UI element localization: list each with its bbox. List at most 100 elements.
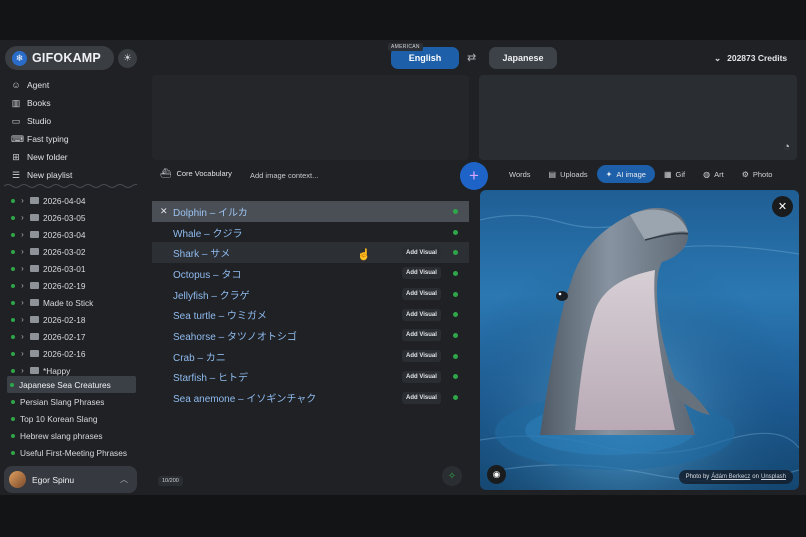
word-label[interactable]: Sea turtle – ウミガメ xyxy=(173,307,267,322)
plus-icon: + xyxy=(469,166,479,185)
word-row[interactable]: Crab – カニ Add Visual xyxy=(152,346,469,367)
swap-languages-icon[interactable]: ⇄ xyxy=(467,51,476,64)
target-text-area[interactable]: ◔ xyxy=(479,75,797,160)
add-visual-button[interactable]: Add Visual xyxy=(402,267,441,280)
source-text-area[interactable] xyxy=(152,75,469,160)
word-row[interactable]: Jellyfish – クラゲ Add Visual xyxy=(152,284,469,305)
word-label[interactable]: Dolphin – イルカ xyxy=(173,204,248,219)
word-row[interactable]: Sea anemone – イソギンチャク Add Visual xyxy=(152,387,469,408)
add-visual-button[interactable]: Add Visual xyxy=(402,350,441,363)
word-row[interactable]: Octopus – タコ Add Visual xyxy=(152,263,469,284)
word-label[interactable]: Whale – クジラ xyxy=(173,225,242,240)
add-visual-button[interactable]: Add Visual xyxy=(402,246,441,259)
chevron-right-icon[interactable]: › xyxy=(19,315,26,324)
folder-icon xyxy=(30,333,39,340)
nav-item-new-folder[interactable]: ⊞ New folder xyxy=(0,148,145,166)
tab-uploads[interactable]: ▤ Uploads xyxy=(540,165,597,183)
folder-item[interactable]: › 2026-03-01 xyxy=(0,260,145,277)
word-row[interactable]: Sea turtle – ウミガメ Add Visual xyxy=(152,304,469,325)
folder-item[interactable]: › Made to Stick xyxy=(0,294,145,311)
folder-item[interactable]: › 2026-03-05 xyxy=(0,209,145,226)
user-menu[interactable]: Egor Spinu ︿ xyxy=(4,466,137,493)
word-row[interactable]: Shark – サメ Add Visual xyxy=(152,242,469,264)
tab-icon: ▤ xyxy=(548,169,557,179)
chevron-right-icon[interactable]: › xyxy=(19,230,26,239)
word-row[interactable]: ✕ Dolphin – イルカ xyxy=(152,201,469,222)
playlist-item[interactable]: Japanese Sea Creatures xyxy=(7,376,136,393)
tab-art[interactable]: ◍ Art xyxy=(694,165,733,183)
logo[interactable]: ❄ GIFOKAMP xyxy=(5,46,114,70)
hide-image-button[interactable]: ◉ xyxy=(487,465,506,484)
chevron-right-icon[interactable]: › xyxy=(19,349,26,358)
tab-photo[interactable]: ⚙ Photo xyxy=(733,165,782,183)
chevron-right-icon[interactable]: › xyxy=(19,247,26,256)
chevron-up-icon: ︿ xyxy=(120,475,128,484)
playlist-item[interactable]: Useful First-Meeting Phrases xyxy=(0,444,145,461)
word-label[interactable]: Crab – カニ xyxy=(173,349,226,364)
chevron-right-icon[interactable]: › xyxy=(19,366,26,375)
nav-item-fast-typing[interactable]: ⌨ Fast typing xyxy=(0,130,145,148)
folder-item[interactable]: › 2026-02-18 xyxy=(0,311,145,328)
core-vocabulary-button[interactable]: ⛴ Core Vocabulary xyxy=(160,168,232,179)
folder-label: 2026-03-01 xyxy=(43,263,86,274)
credits-dropdown[interactable]: ⌄ 202873 Credits xyxy=(706,49,796,67)
tab-ai-image[interactable]: ✦ AI image xyxy=(596,165,655,183)
word-label[interactable]: Jellyfish – クラゲ xyxy=(173,287,250,302)
nav-item-new-playlist[interactable]: ☰ New playlist xyxy=(0,166,145,184)
tab-icon: ◍ xyxy=(703,169,711,179)
folder-item[interactable]: › 2026-02-19 xyxy=(0,277,145,294)
photo-credit: Photo by Ádám Berkecz on Unsplash xyxy=(678,470,793,484)
status-dot xyxy=(453,374,458,380)
playlist-item[interactable]: Hebrew slang phrases xyxy=(0,427,145,444)
tab-words[interactable]: Words xyxy=(500,165,540,183)
word-row[interactable]: Starfish – ヒトデ Add Visual xyxy=(152,367,469,388)
status-dot xyxy=(11,300,15,305)
playlist-item[interactable]: Persian Slang Phrases xyxy=(0,393,145,410)
word-label[interactable]: Sea anemone – イソギンチャク xyxy=(173,390,316,405)
folder-item[interactable]: › 2026-02-16 xyxy=(0,345,145,362)
chevron-right-icon[interactable]: › xyxy=(19,264,26,273)
word-label[interactable]: Starfish – ヒトデ xyxy=(173,369,248,384)
folder-item[interactable]: › 2026-04-04 xyxy=(0,192,145,209)
folder-item[interactable]: › 2026-03-02 xyxy=(0,243,145,260)
status-dot xyxy=(453,291,458,297)
listen-icon[interactable]: ◔ xyxy=(783,141,790,153)
status-dot xyxy=(453,229,458,235)
magic-wand-button[interactable]: ✧ xyxy=(442,466,462,486)
add-visual-button[interactable]: Add Visual xyxy=(402,308,441,321)
brand-name: GIFOKAMP xyxy=(32,51,101,65)
folder-icon xyxy=(30,299,39,306)
remove-word-icon[interactable]: ✕ xyxy=(160,206,168,217)
tab-gif[interactable]: ▦ Gif xyxy=(655,165,694,183)
tab-icon: ✦ xyxy=(605,169,613,179)
add-visual-button[interactable]: Add Visual xyxy=(402,370,441,383)
nav-item-books[interactable]: ▥ Books xyxy=(0,94,145,112)
chevron-right-icon[interactable]: › xyxy=(19,213,26,222)
folder-item[interactable]: › 2026-02-17 xyxy=(0,328,145,345)
chevron-right-icon[interactable]: › xyxy=(19,196,26,205)
playlist-item[interactable]: Top 10 Korean Slang xyxy=(0,410,145,427)
image-context-input[interactable]: Add image context... xyxy=(244,168,454,182)
target-language-button[interactable]: Japanese xyxy=(489,47,557,69)
folder-item[interactable]: › 2026-03-04 xyxy=(0,226,145,243)
word-label[interactable]: Octopus – タコ xyxy=(173,266,241,281)
dolphin-image xyxy=(480,190,799,490)
add-button[interactable]: + xyxy=(460,162,488,190)
word-label[interactable]: Shark – サメ xyxy=(173,245,230,260)
chevron-right-icon[interactable]: › xyxy=(19,332,26,341)
chevron-right-icon[interactable]: › xyxy=(19,298,26,307)
nav-item-agent[interactable]: ☺ Agent xyxy=(0,76,145,94)
theme-toggle-button[interactable]: ☀ xyxy=(118,49,137,68)
word-row[interactable]: Whale – クジラ xyxy=(152,222,469,243)
add-visual-button[interactable]: Add Visual xyxy=(402,391,441,404)
add-visual-button[interactable]: Add Visual xyxy=(402,329,441,342)
photo-credit-source[interactable]: Unsplash xyxy=(761,474,786,480)
word-label[interactable]: Seahorse – タツノオトシゴ xyxy=(173,328,297,343)
playlist-label: Hebrew slang phrases xyxy=(20,430,103,441)
close-image-button[interactable]: ✕ xyxy=(772,196,793,217)
chevron-right-icon[interactable]: › xyxy=(19,281,26,290)
photo-credit-author[interactable]: Ádám Berkecz xyxy=(711,474,750,480)
nav-item-studio[interactable]: ▭ Studio xyxy=(0,112,145,130)
add-visual-button[interactable]: Add Visual xyxy=(402,288,441,301)
word-row[interactable]: Seahorse – タツノオトシゴ Add Visual xyxy=(152,325,469,346)
